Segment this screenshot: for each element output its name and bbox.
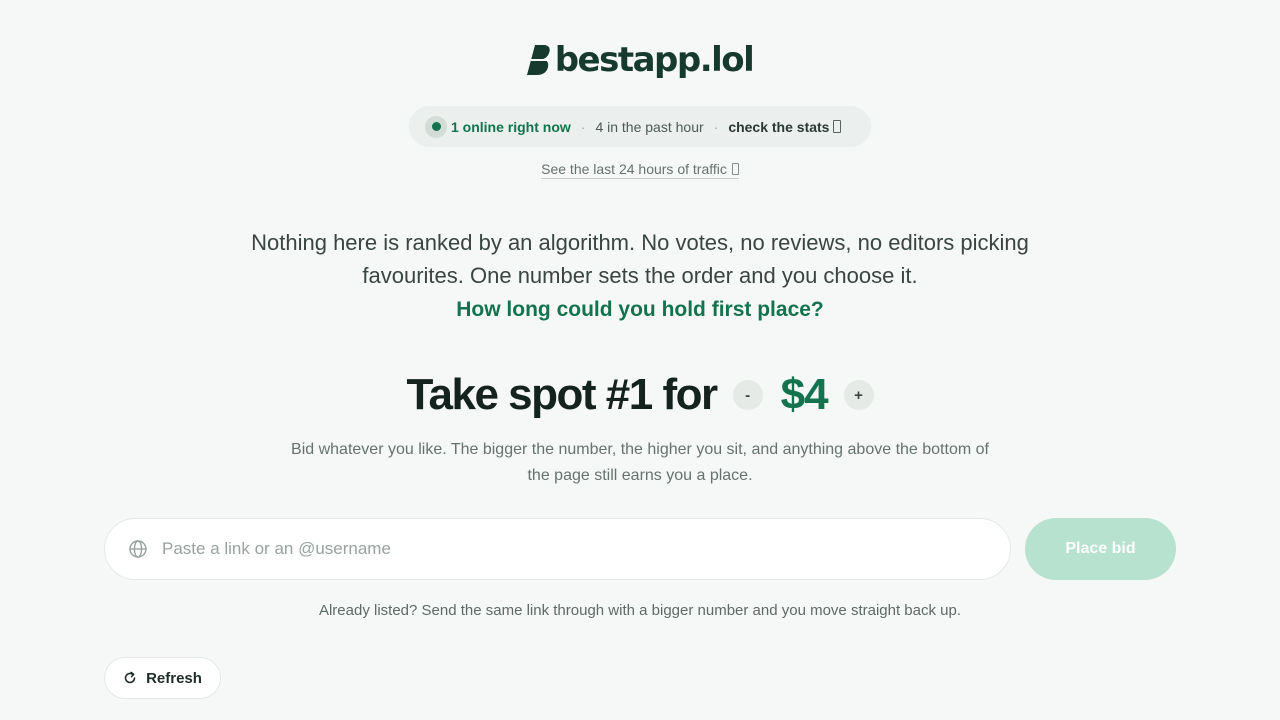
link-input[interactable] [162, 539, 1010, 559]
external-link-icon [731, 163, 739, 175]
globe-icon [129, 540, 147, 558]
resubmit-hint: Already listed? Send the same link throu… [318, 602, 962, 619]
bid-heading: Take spot #1 for [406, 370, 718, 419]
link-input-wrapper[interactable] [104, 518, 1011, 580]
decrement-button[interactable]: - [732, 380, 763, 410]
check-stats-label: check the stats [728, 118, 830, 135]
bid-description-section: Bid whatever you like. The bigger the nu… [0, 437, 1280, 489]
increment-button[interactable]: + [843, 380, 874, 410]
past-hour-count: 4 in the past hour [595, 118, 704, 135]
intro-text: Nothing here is ranked by an algorithm. … [251, 230, 1029, 288]
bid-row: Take spot #1 for - $4 + [0, 364, 1280, 426]
refresh-button[interactable]: Refresh [104, 657, 221, 699]
check-stats-link[interactable]: check the stats [728, 118, 842, 135]
refresh-label: Refresh [146, 669, 202, 687]
live-dot-icon [425, 115, 447, 138]
logo-text: bestapp.lol [554, 40, 755, 80]
online-count: 1 online right now [451, 118, 571, 135]
traffic-history-label: See the last 24 hours of traffic [541, 161, 727, 177]
place-bid-button[interactable]: Place bid [1025, 518, 1176, 580]
intro-section: Nothing here is ranked by an algorithm. … [0, 226, 1280, 292]
status-pill: 1 online right now · 4 in the past hour … [409, 106, 871, 147]
site-logo[interactable]: bestapp.lol [0, 40, 1280, 80]
bid-description: Bid whatever you like. The bigger the nu… [291, 441, 989, 484]
external-link-icon [833, 120, 842, 133]
separator: · [580, 118, 586, 135]
leaf-b-logo-icon [526, 45, 550, 75]
refresh-icon [124, 671, 136, 684]
intro-question: How long could you hold first place? [456, 298, 824, 321]
bid-amount: $4 [780, 370, 829, 419]
traffic-history-link[interactable]: See the last 24 hours of traffic [541, 161, 739, 179]
separator: · [713, 118, 719, 135]
